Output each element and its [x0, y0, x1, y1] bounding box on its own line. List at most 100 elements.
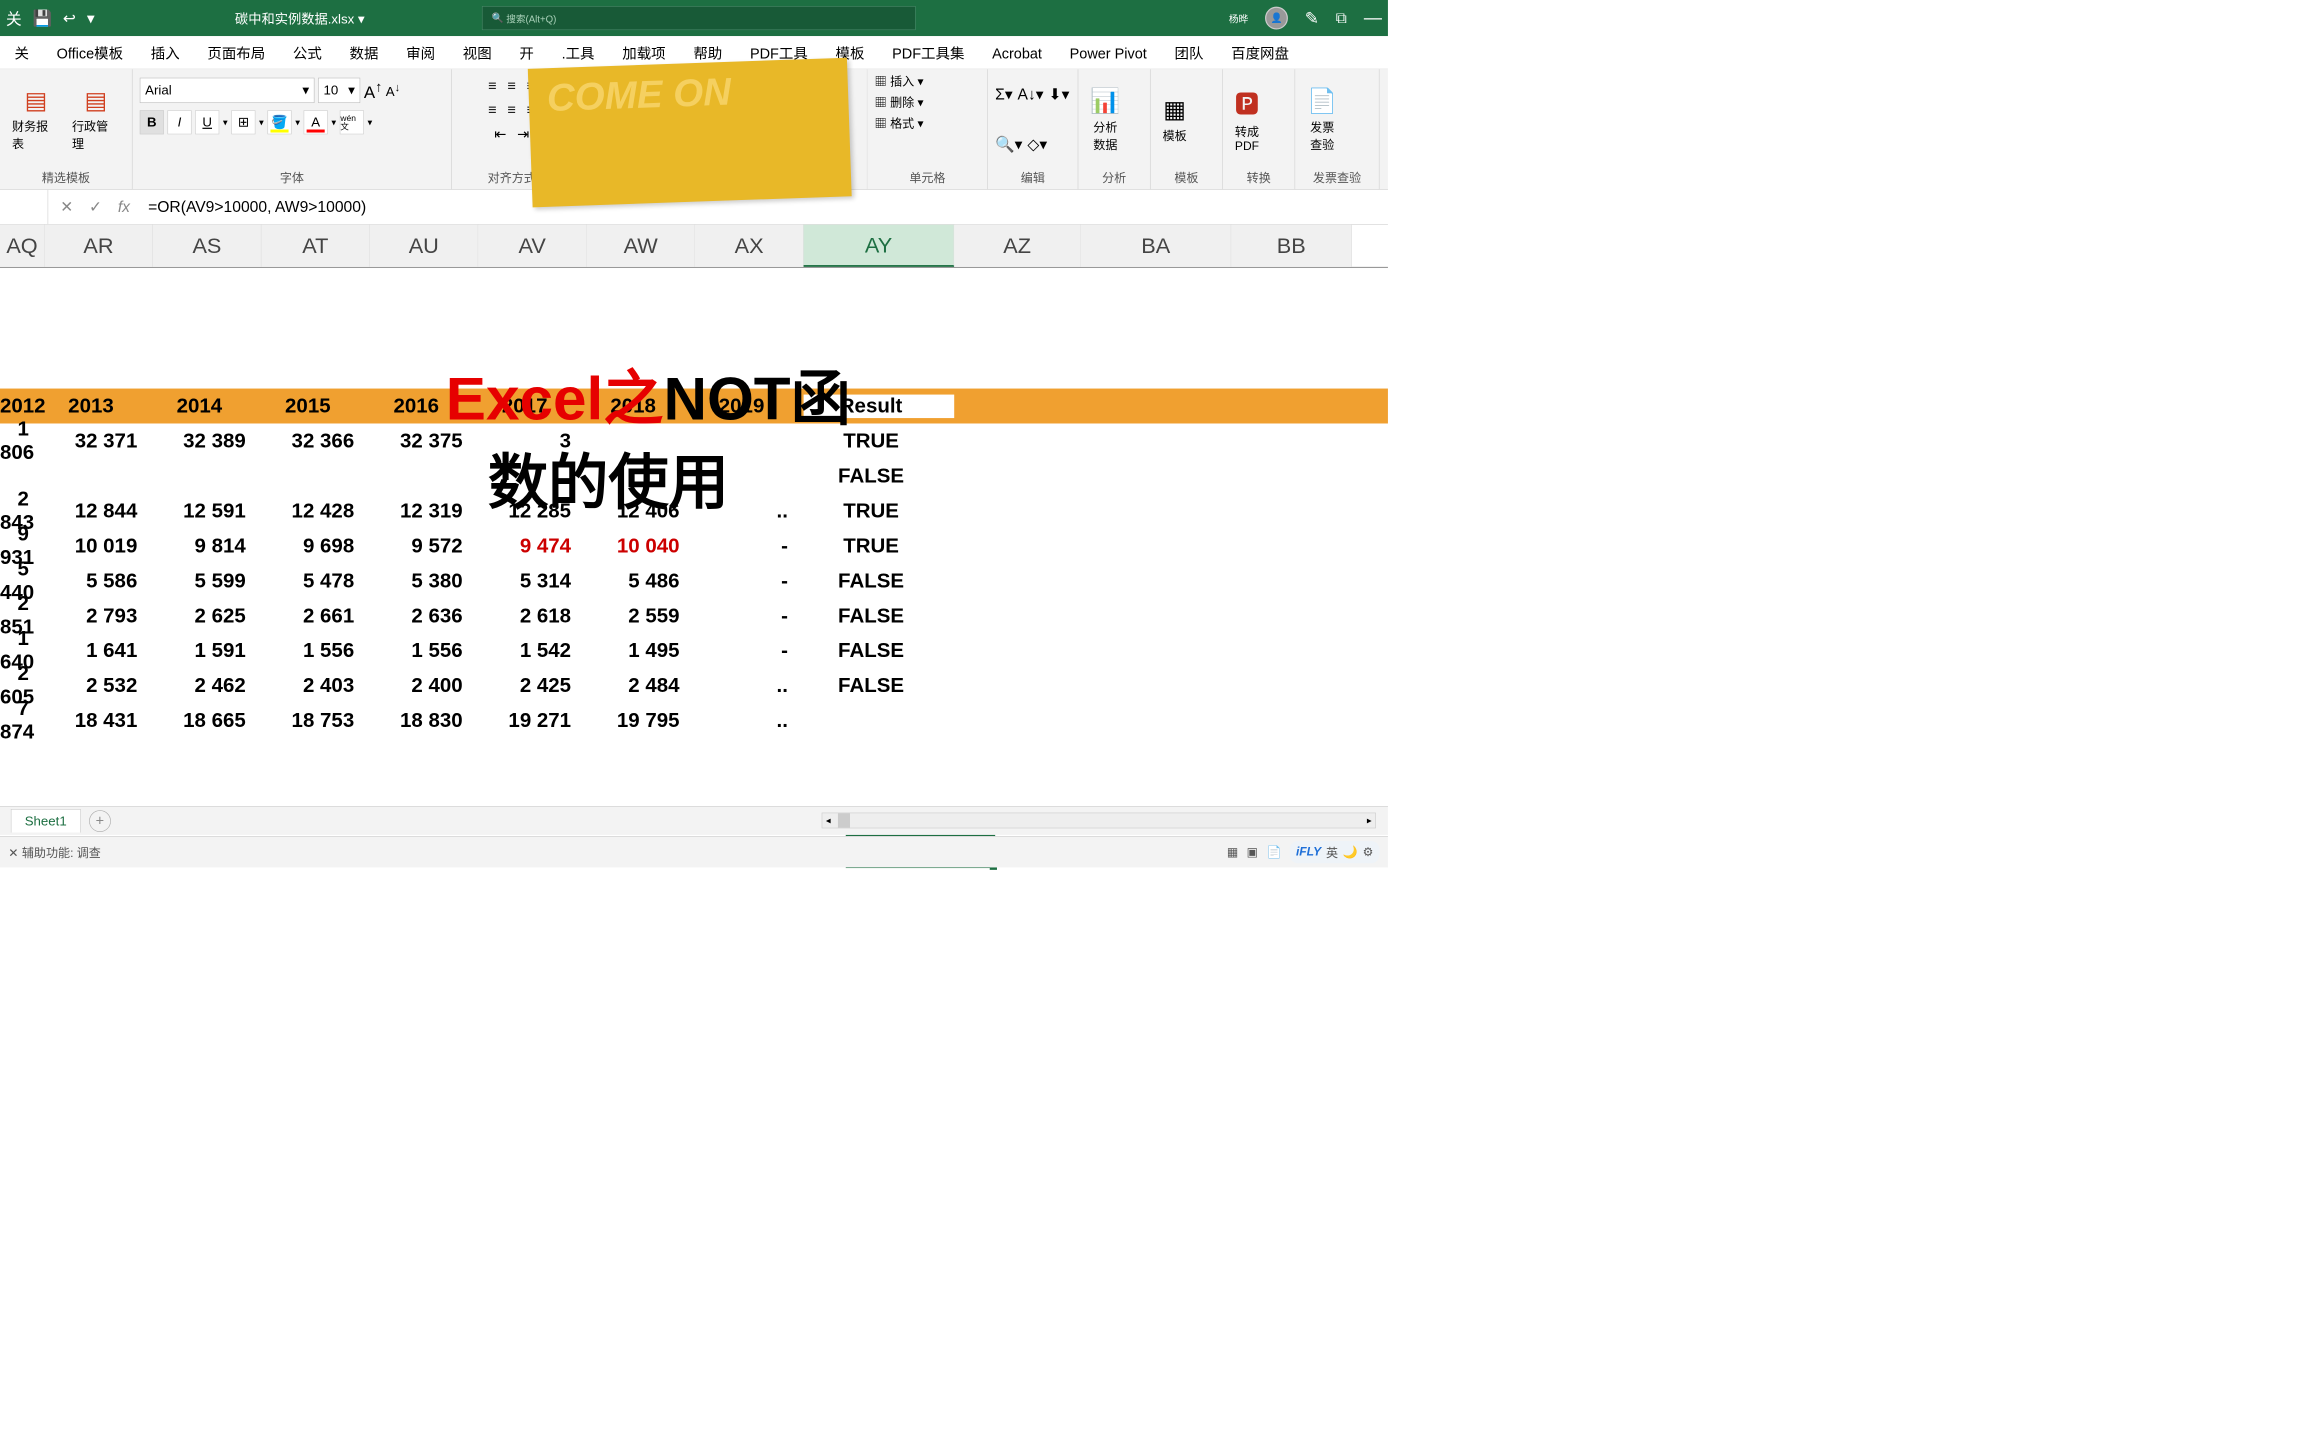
border-button[interactable]: ⊞: [231, 110, 255, 134]
cell[interactable]: 9 474: [478, 534, 586, 557]
column-header-AZ[interactable]: AZ: [954, 225, 1081, 267]
bold-button[interactable]: B: [140, 110, 164, 134]
cell[interactable]: -: [695, 604, 803, 627]
cell[interactable]: 2 425: [478, 674, 586, 697]
column-header-BA[interactable]: BA: [1081, 225, 1232, 267]
redo-dropdown-icon[interactable]: ▾: [87, 9, 95, 28]
cell[interactable]: -: [695, 639, 803, 662]
cell[interactable]: ..: [695, 674, 803, 697]
table-header-cell[interactable]: 2013: [45, 394, 153, 417]
cell[interactable]: 9 814: [153, 534, 261, 557]
cell[interactable]: 19 795: [587, 709, 695, 732]
cell[interactable]: 5 314: [478, 569, 586, 592]
add-sheet-button[interactable]: +: [89, 810, 111, 832]
undo-icon[interactable]: ↩: [63, 9, 76, 28]
align-top-icon[interactable]: ≡: [488, 78, 496, 95]
cell[interactable]: 18 830: [370, 709, 478, 732]
cell[interactable]: 2 625: [153, 604, 261, 627]
cell[interactable]: 5 486: [587, 569, 695, 592]
cell[interactable]: FALSE: [804, 639, 955, 662]
avatar[interactable]: 👤: [1265, 7, 1288, 30]
tab-pdf-toolset[interactable]: PDF工具集: [890, 36, 967, 69]
cell[interactable]: 2 532: [45, 674, 153, 697]
cell[interactable]: 12 428: [261, 499, 369, 522]
tab-insert[interactable]: 插入: [148, 36, 182, 69]
cell[interactable]: 1 542: [478, 639, 586, 662]
sheet-tab[interactable]: Sheet1: [11, 809, 81, 832]
tab-dev[interactable]: 开: [517, 36, 536, 69]
fill-color-button[interactable]: 🪣: [268, 110, 292, 134]
cell[interactable]: 32 371: [45, 429, 153, 452]
cell[interactable]: 10 019: [45, 534, 153, 557]
table-header-cell[interactable]: 2014: [153, 394, 261, 417]
user-name[interactable]: 杨晔: [1229, 11, 1248, 25]
cell[interactable]: -: [695, 534, 803, 557]
dropdown-icon[interactable]: ▾: [223, 116, 228, 128]
tab-data[interactable]: 数据: [347, 36, 381, 69]
cell[interactable]: FALSE: [804, 674, 955, 697]
enter-icon[interactable]: ✓: [89, 198, 102, 217]
sort-icon[interactable]: A↓▾: [1018, 85, 1044, 104]
cell[interactable]: 1 641: [45, 639, 153, 662]
decrease-font-icon[interactable]: A↓: [386, 81, 400, 100]
column-header-AU[interactable]: AU: [370, 225, 478, 267]
indent-right-icon[interactable]: ⇥: [517, 126, 529, 143]
tab-office-template[interactable]: Office模板: [54, 36, 125, 69]
tab-review[interactable]: 审阅: [404, 36, 438, 69]
delete-cells-button[interactable]: ▦ 删除 ▾: [875, 93, 924, 110]
cell[interactable]: ..: [695, 709, 803, 732]
cell[interactable]: 2 403: [261, 674, 369, 697]
increase-font-icon[interactable]: A↑: [364, 79, 382, 102]
cell[interactable]: 12 844: [45, 499, 153, 522]
tab-baidu[interactable]: 百度网盘: [1229, 36, 1292, 69]
view-page-icon[interactable]: ▣: [1247, 845, 1258, 860]
format-cells-button[interactable]: ▦ 格式 ▾: [875, 114, 924, 131]
cell[interactable]: 2 484: [587, 674, 695, 697]
cell[interactable]: 5 380: [370, 569, 478, 592]
cell[interactable]: FALSE: [804, 464, 955, 487]
pen-icon[interactable]: ✎: [1305, 8, 1319, 28]
font-size-select[interactable]: 10▾: [318, 78, 360, 103]
tab-acrobat[interactable]: Acrobat: [990, 40, 1045, 69]
view-break-icon[interactable]: 📄: [1266, 845, 1281, 860]
ime-indicator[interactable]: iFLY 英 🌙 ⚙: [1290, 841, 1380, 863]
indent-left-icon[interactable]: ⇤: [494, 126, 506, 143]
dropdown-icon[interactable]: ▾: [295, 116, 300, 128]
cell[interactable]: 5 599: [153, 569, 261, 592]
cell[interactable]: 2 559: [587, 604, 695, 627]
fill-icon[interactable]: ⬇▾: [1048, 85, 1069, 104]
italic-button[interactable]: I: [167, 110, 191, 134]
tab-team[interactable]: 团队: [1172, 36, 1206, 69]
tab-view[interactable]: 视图: [460, 36, 494, 69]
search-box[interactable]: 🔍 搜索(Alt+Q): [482, 6, 916, 30]
finance-report-button[interactable]: ▤财务报表: [7, 87, 65, 152]
phonetic-button[interactable]: wén 文: [340, 110, 364, 134]
tab-close[interactable]: 关: [12, 36, 31, 69]
fx-icon[interactable]: fx: [118, 198, 130, 217]
tab-powerpivot[interactable]: Power Pivot: [1067, 40, 1149, 69]
close-tab-icon[interactable]: 关: [6, 7, 22, 29]
dropdown-icon[interactable]: ▾: [259, 116, 264, 128]
to-pdf-button[interactable]: 🅿转成 PDF: [1230, 85, 1264, 154]
cell[interactable]: TRUE: [804, 499, 955, 522]
column-header-AW[interactable]: AW: [587, 225, 695, 267]
view-normal-icon[interactable]: ▦: [1227, 845, 1238, 860]
template-button[interactable]: ▦模板: [1158, 95, 1192, 143]
cell[interactable]: 5 478: [261, 569, 369, 592]
column-header-AY[interactable]: AY: [804, 225, 955, 267]
cell[interactable]: 1 495: [587, 639, 695, 662]
tab-tools[interactable]: .工具: [559, 36, 597, 69]
cell[interactable]: 1 806: [0, 417, 45, 464]
cell[interactable]: 9 572: [370, 534, 478, 557]
cell[interactable]: 1 556: [261, 639, 369, 662]
align-middle-icon[interactable]: ≡: [508, 78, 516, 95]
cell[interactable]: 32 366: [261, 429, 369, 452]
cell[interactable]: 7 874: [0, 697, 45, 744]
cell[interactable]: 5 586: [45, 569, 153, 592]
cell[interactable]: 1 556: [370, 639, 478, 662]
cell[interactable]: 2 400: [370, 674, 478, 697]
invoice-check-button[interactable]: 📄发票 查验: [1302, 86, 1342, 152]
cell[interactable]: 12 591: [153, 499, 261, 522]
cell[interactable]: 1 591: [153, 639, 261, 662]
cell[interactable]: 10 040: [587, 534, 695, 557]
